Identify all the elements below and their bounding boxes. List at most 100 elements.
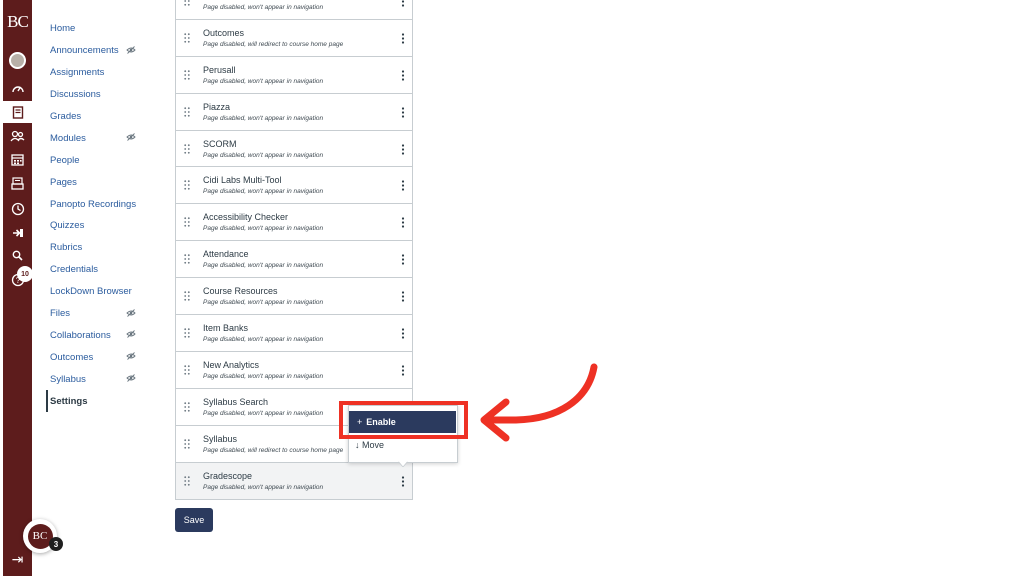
- course-nav-label: Modules: [50, 132, 86, 144]
- list-item[interactable]: Item Banks Page disabled, won't appear in…: [176, 315, 412, 352]
- course-nav-item[interactable]: Files: [46, 303, 146, 325]
- drag-handle-icon[interactable]: [184, 328, 190, 338]
- list-item[interactable]: Attendance Page disabled, won't appear in…: [176, 241, 412, 279]
- school-logo[interactable]: BC: [3, 12, 32, 32]
- drag-handle-icon[interactable]: [184, 217, 190, 228]
- commons-icon[interactable]: [3, 222, 32, 244]
- list-item[interactable]: Gradescope Page disabled, won't appear in…: [176, 462, 412, 500]
- kebab-menu-icon[interactable]: [401, 475, 405, 487]
- list-item-title: SCORM: [203, 138, 237, 149]
- history-icon[interactable]: [3, 198, 32, 220]
- course-nav-label: Panopto Recordings: [50, 198, 137, 210]
- menu-item-move[interactable]: ↓ Move: [355, 440, 384, 450]
- collapse-nav-icon[interactable]: ⇥: [3, 551, 32, 568]
- dashboard-icon[interactable]: [3, 77, 32, 99]
- menu-caret: [398, 461, 408, 467]
- list-item-status: Page disabled, won't appear in navigatio…: [203, 409, 324, 417]
- list-item-title: Gradescope: [203, 470, 253, 481]
- drag-handle-icon[interactable]: [184, 254, 190, 264]
- list-item-status: Page disabled, won't appear in navigatio…: [203, 372, 324, 380]
- list-item[interactable]: New Analytics Page disabled, won't appear…: [176, 351, 412, 389]
- calendar-icon[interactable]: [3, 148, 32, 170]
- eye-hidden-icon: [126, 352, 136, 361]
- drag-handle-icon[interactable]: [184, 70, 190, 80]
- footer-badge: 3: [49, 537, 63, 551]
- course-nav-label: Collaborations: [50, 329, 111, 341]
- kebab-menu-icon[interactable]: [401, 365, 405, 376]
- list-item[interactable]: SCORM Page disabled, won't appear in navi…: [176, 130, 412, 168]
- drag-handle-icon[interactable]: [184, 402, 190, 412]
- list-item-title: Course Resources: [203, 286, 278, 297]
- drag-handle-icon[interactable]: [184, 180, 190, 191]
- list-item-status: Page disabled, won't appear in navigatio…: [203, 483, 324, 491]
- kebab-menu-icon[interactable]: [401, 70, 405, 81]
- kebab-menu-icon[interactable]: [401, 328, 405, 339]
- course-nav-item[interactable]: Quizzes: [46, 215, 146, 237]
- list-item-title: Attendance: [203, 249, 249, 260]
- course-nav-item[interactable]: Rubrics: [46, 237, 146, 259]
- course-nav-label: Quizzes: [50, 220, 85, 232]
- courses-icon[interactable]: [3, 101, 32, 123]
- list-item-title: Cidi Labs Multi-Tool: [203, 175, 282, 186]
- list-item[interactable]: Piazza Page disabled, won't appear in nav…: [176, 93, 412, 131]
- move-arrow-icon: ↓: [355, 440, 363, 450]
- course-nav-item[interactable]: Assignments: [46, 62, 146, 84]
- course-nav-item[interactable]: Announcements: [46, 40, 146, 62]
- course-nav-label: Syllabus: [50, 373, 86, 385]
- course-nav-label: People: [50, 154, 80, 166]
- course-nav-item[interactable]: Syllabus: [46, 368, 146, 390]
- list-item-status: Page disabled, won't appear in navigatio…: [203, 151, 324, 159]
- course-nav-item[interactable]: People: [46, 149, 146, 171]
- course-nav-item[interactable]: Credentials: [46, 259, 146, 281]
- kebab-menu-icon[interactable]: [401, 33, 405, 44]
- list-item-title: Syllabus: [203, 433, 238, 444]
- list-item[interactable]: Accessibility Checker Page disabled, won'…: [176, 204, 412, 242]
- callout-arrow-icon: [480, 363, 598, 442]
- list-item-title: Perusall: [203, 64, 236, 75]
- kebab-menu-icon[interactable]: [401, 254, 405, 265]
- kebab-menu-icon[interactable]: [401, 291, 405, 302]
- inbox-icon[interactable]: [3, 172, 32, 194]
- list-item-status: Page disabled, won't appear in navigatio…: [203, 225, 324, 233]
- drag-handle-icon[interactable]: [184, 106, 190, 117]
- eye-hidden-icon: [126, 133, 136, 142]
- menu-item-enable[interactable]: + Enable: [349, 411, 456, 433]
- course-nav-item[interactable]: Outcomes: [46, 346, 146, 368]
- list-item[interactable]: Outcomes Page disabled, will redirect to …: [176, 19, 412, 57]
- course-nav-item[interactable]: Discussions: [46, 84, 146, 106]
- kebab-menu-icon[interactable]: [401, 143, 405, 155]
- course-nav-item[interactable]: Collaborations: [46, 324, 146, 346]
- course-nav-label: Discussions: [50, 89, 101, 101]
- drag-handle-icon[interactable]: [184, 33, 190, 43]
- kebab-menu-icon[interactable]: [401, 107, 405, 118]
- kebab-menu-icon[interactable]: [401, 217, 405, 228]
- save-button[interactable]: Save: [175, 508, 213, 532]
- course-nav-item[interactable]: LockDown Browser: [46, 281, 146, 303]
- list-item[interactable]: Cidi Labs Multi-Tool Page disabled, won't…: [176, 167, 412, 205]
- course-nav-item[interactable]: Settings: [46, 390, 146, 413]
- drag-handle-icon[interactable]: [184, 0, 190, 6]
- course-nav-item[interactable]: Home: [46, 18, 146, 40]
- notification-badge: 10: [17, 266, 33, 282]
- drag-handle-icon[interactable]: [184, 438, 190, 449]
- drag-handle-icon[interactable]: [184, 365, 190, 375]
- list-item[interactable]: Course Resources Page disabled, won't app…: [176, 278, 412, 316]
- course-nav-item[interactable]: Modules: [46, 127, 146, 149]
- course-nav-label: Home: [50, 23, 76, 35]
- course-nav-item[interactable]: Panopto Recordings: [46, 193, 146, 215]
- search-icon[interactable]: [3, 244, 32, 266]
- course-nav-item[interactable]: Grades: [46, 106, 146, 128]
- drag-handle-icon[interactable]: [184, 475, 190, 486]
- kebab-menu-icon[interactable]: [401, 180, 405, 192]
- list-item-status: Page disabled, will redirect to course h…: [203, 40, 344, 48]
- account-avatar-icon[interactable]: [9, 52, 26, 69]
- groups-icon[interactable]: [3, 125, 32, 147]
- list-item[interactable]: Perusall Page disabled, won't appear in n…: [176, 56, 412, 94]
- drag-handle-icon[interactable]: [184, 143, 190, 154]
- course-nav-item[interactable]: Pages: [46, 171, 146, 193]
- drag-handle-icon[interactable]: [184, 291, 190, 301]
- kebab-menu-icon[interactable]: [401, 0, 405, 7]
- list-item[interactable]: Page disabled, won't appear in navigatio…: [176, 0, 412, 20]
- course-nav-label: Assignments: [50, 67, 105, 79]
- list-item-status: Page disabled, won't appear in navigatio…: [203, 188, 324, 196]
